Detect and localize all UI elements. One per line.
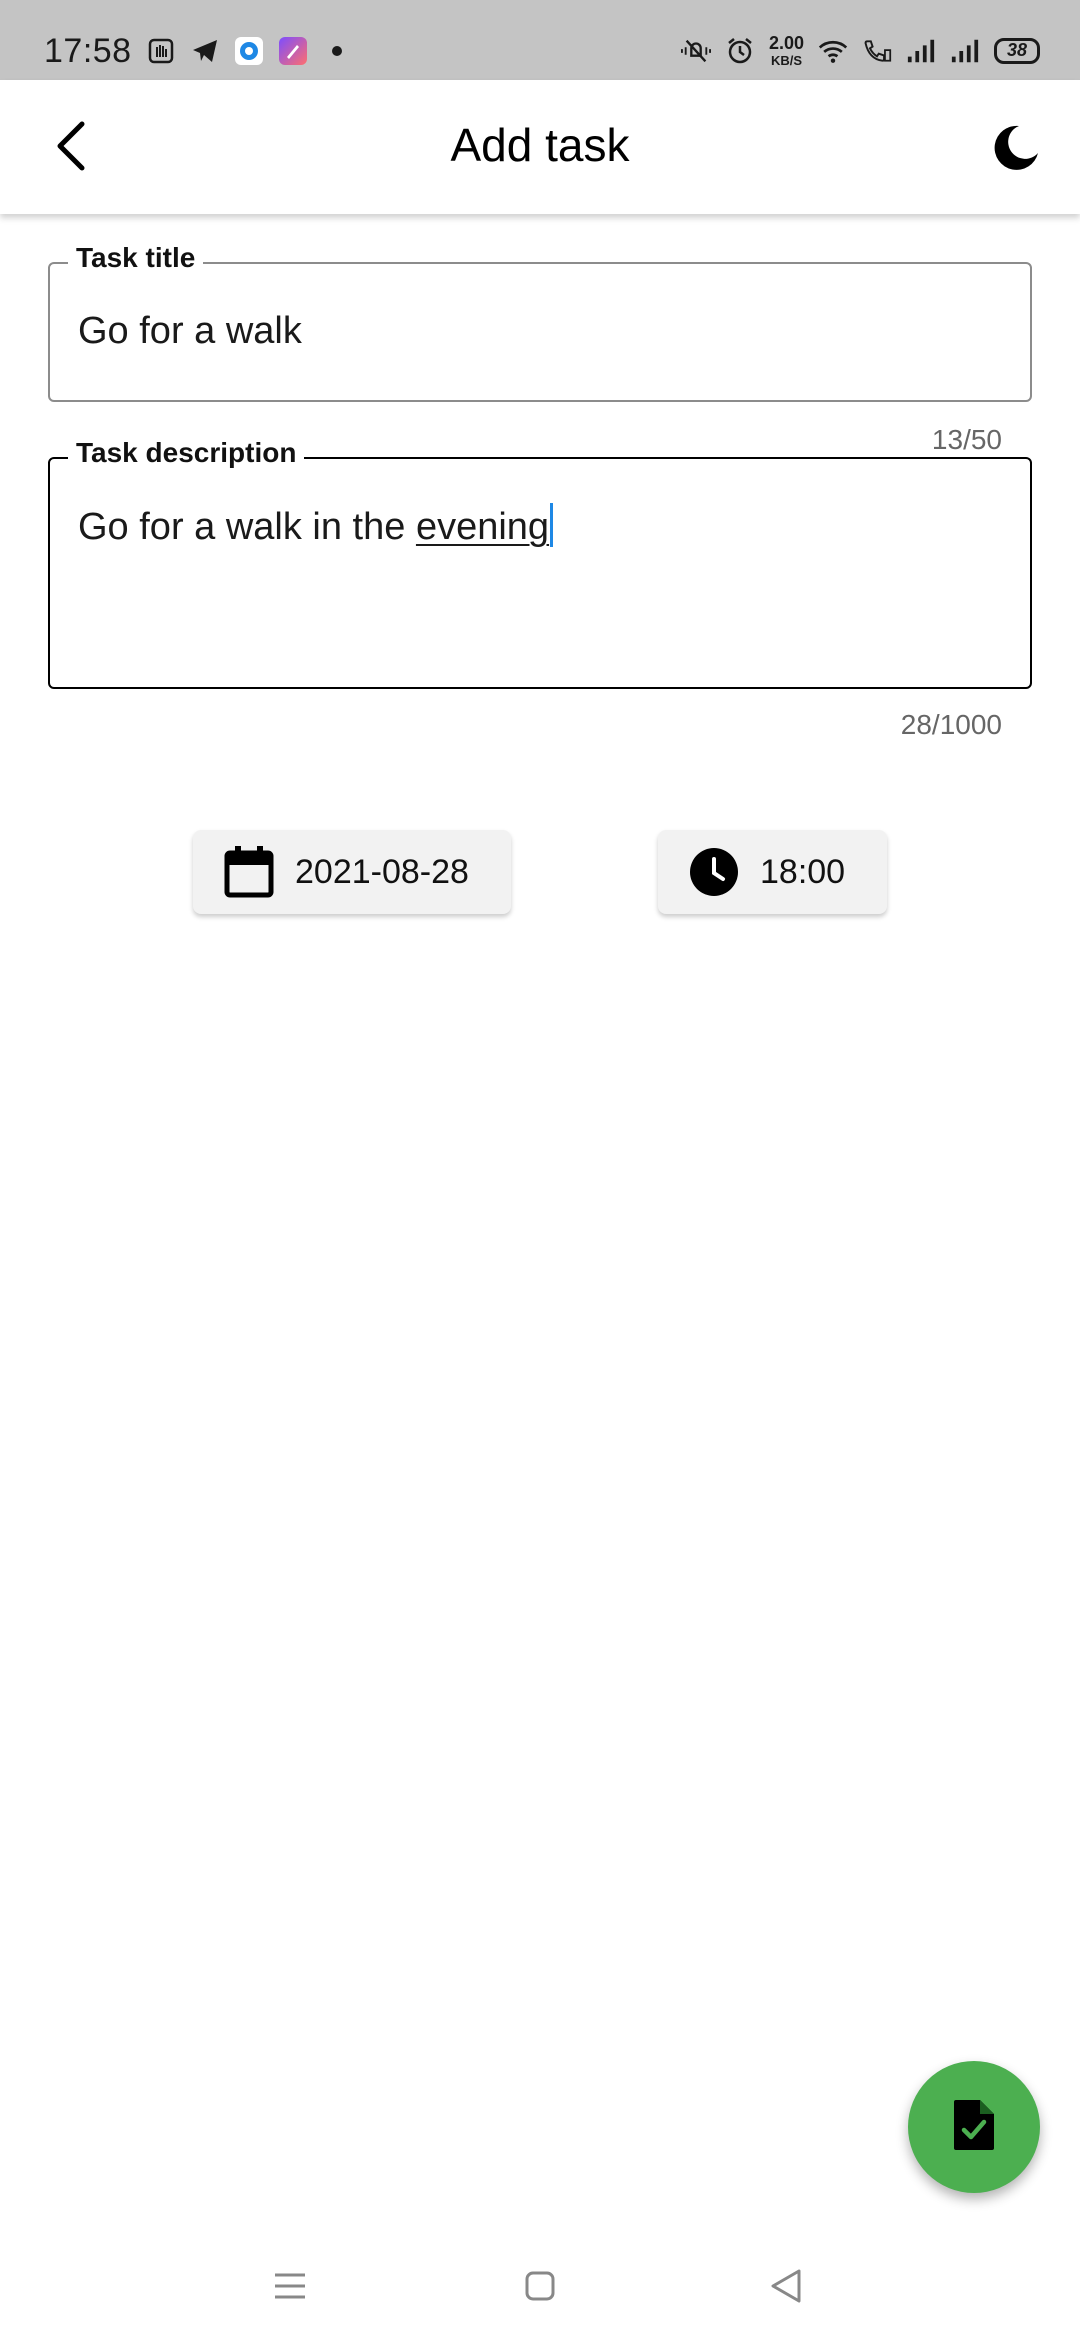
task-description-label: Task description — [68, 437, 305, 469]
triangle-back-icon — [769, 2268, 803, 2309]
task-title-label: Task title — [68, 242, 204, 274]
task-description-input[interactable]: Go for a walk in the evening — [78, 503, 554, 549]
selected-time: 18:00 — [760, 852, 846, 891]
wifi-calling-icon — [862, 36, 892, 66]
status-notification-icons — [146, 36, 352, 66]
task-description-field[interactable]: Task description Go for a walk in the ev… — [48, 437, 1032, 689]
page-title: Add task — [450, 119, 630, 171]
alarm-icon — [725, 36, 755, 66]
home-button[interactable] — [510, 2258, 570, 2318]
telegram-icon — [190, 36, 220, 66]
browser-app-icon — [234, 36, 264, 66]
shortcut-app-icon — [278, 36, 308, 66]
task-title-field[interactable]: Task title Go for a walk — [48, 242, 1032, 402]
battery-indicator: 38 — [994, 37, 1040, 64]
signal-sim1-icon — [906, 36, 936, 66]
network-speed: 2.00 KB/S — [769, 34, 804, 67]
date-picker-button[interactable]: 2021-08-28 — [193, 830, 511, 914]
moon-icon — [991, 123, 1041, 178]
selected-date: 2021-08-28 — [295, 852, 469, 891]
time-picker-button[interactable]: 18:00 — [658, 830, 887, 914]
composing-word: evening — [415, 506, 550, 548]
hand-app-icon — [146, 36, 176, 66]
system-back-button[interactable] — [756, 2258, 816, 2318]
status-system-icons: 2.00 KB/S 38 — [680, 34, 1040, 67]
task-title-counter: 13/50 — [931, 424, 1002, 455]
system-navigation-bar — [0, 2230, 1080, 2340]
save-task-button[interactable] — [908, 2061, 1040, 2193]
app-bar: Add task — [0, 80, 1080, 214]
menu-lines-icon — [273, 2271, 307, 2306]
square-icon — [524, 2270, 556, 2307]
vibrate-mute-icon — [680, 36, 711, 66]
file-check-icon — [952, 2098, 996, 2157]
theme-toggle-button[interactable] — [986, 120, 1046, 180]
status-time: 17:58 — [44, 32, 132, 70]
network-speed-value: 2.00 — [768, 33, 804, 53]
more-notifications-dot-icon — [322, 36, 352, 66]
wifi-icon — [818, 36, 848, 66]
status-bar: 17:58 2.00 KB/S 38 — [0, 0, 1080, 80]
description-text: Go for a walk in the — [78, 506, 416, 548]
clock-icon — [688, 846, 740, 898]
task-title-input[interactable]: Go for a walk — [78, 310, 302, 353]
network-speed-unit: KB/S — [770, 53, 802, 68]
calendar-icon — [223, 846, 275, 898]
signal-sim2-icon — [950, 36, 980, 66]
recent-apps-button[interactable] — [260, 2258, 320, 2318]
text-cursor — [550, 503, 554, 547]
task-description-counter: 28/1000 — [900, 709, 1002, 740]
